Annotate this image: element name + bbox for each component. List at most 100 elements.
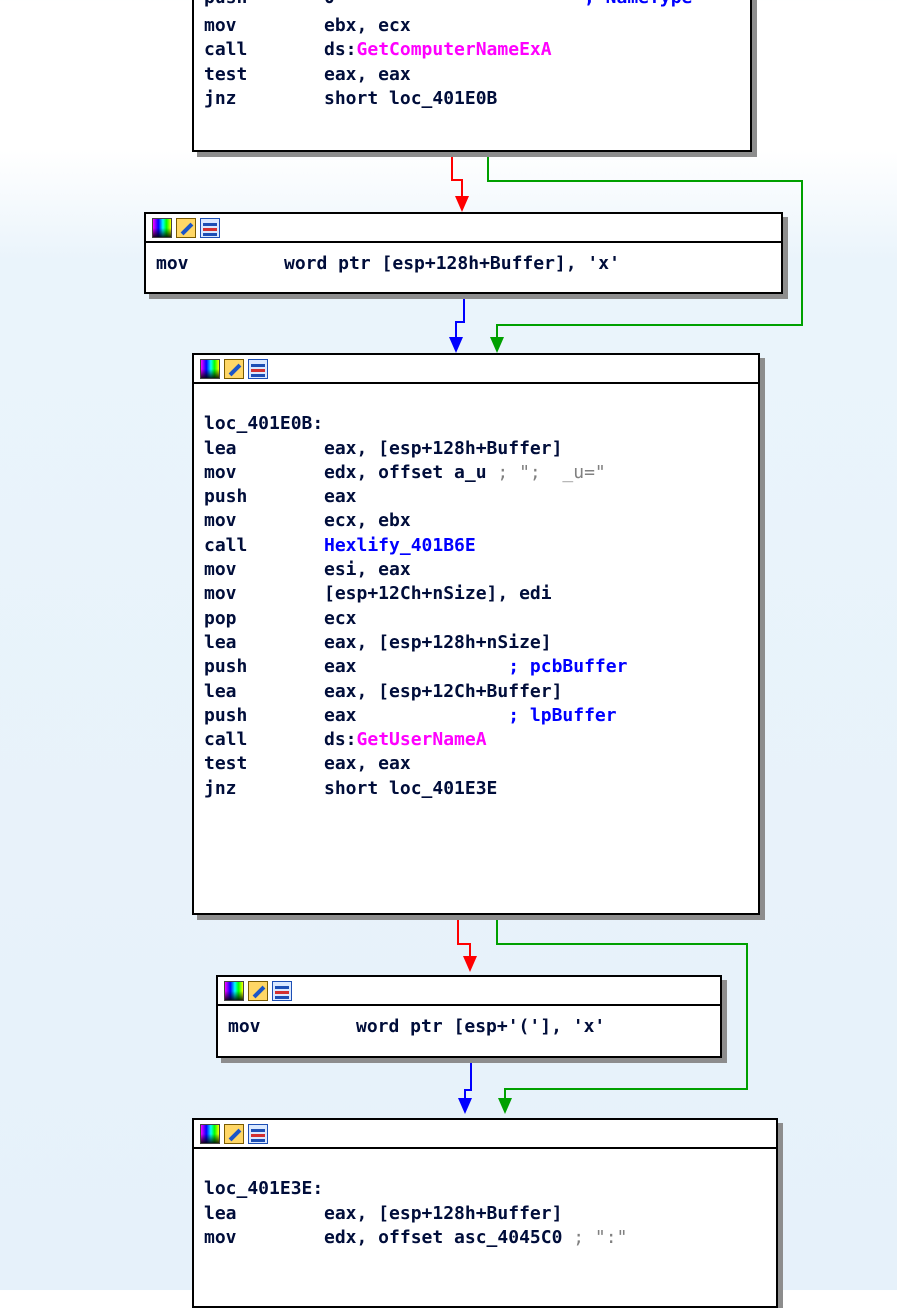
- mnemonic: mov: [204, 583, 237, 605]
- block-header: [194, 355, 758, 384]
- basic-block-5[interactable]: loc_401E3E: lea eax, [esp+128h+Buffer] m…: [192, 1118, 778, 1308]
- asm-line[interactable]: mov esi, eax: [204, 558, 752, 582]
- asm-line[interactable]: jnz short loc_401E0B: [204, 87, 744, 111]
- operand: [esp+12Ch+nSize], edi: [324, 583, 552, 605]
- asm-line[interactable]: push eax ; pcbBuffer: [204, 655, 752, 679]
- asm-line[interactable]: call ds: GetUserNameA: [204, 728, 752, 752]
- arrowhead-green-2: [498, 1098, 512, 1114]
- asm-line[interactable]: mov edx, offset a_u ; "; _u=": [204, 461, 752, 485]
- mnemonic: push: [204, 656, 248, 678]
- mnemonic: jnz: [204, 87, 237, 109]
- graph-view-icon[interactable]: [248, 1123, 268, 1144]
- mnemonic: call: [204, 534, 248, 556]
- mnemonic: test: [204, 753, 248, 775]
- basic-block-2[interactable]: mov word ptr [esp+128h+Buffer], 'x': [144, 212, 783, 294]
- mnemonic: lea: [204, 680, 237, 702]
- operand: word ptr [esp+128h+Buffer], 'x': [284, 253, 620, 274]
- asm-line[interactable]: push 0 ; NameType: [204, 0, 744, 14]
- operand: eax: [324, 656, 357, 678]
- mnemonic: test: [204, 63, 248, 85]
- asm-line[interactable]: lea eax, [esp+128h+nSize]: [204, 631, 752, 655]
- rename-pencil-icon[interactable]: [248, 980, 268, 1001]
- operand: ecx, ebx: [324, 510, 411, 532]
- basic-block-4[interactable]: mov word ptr [esp+'('], 'x': [216, 975, 722, 1058]
- rename-pencil-icon[interactable]: [224, 1123, 244, 1144]
- operand: ebx, ecx: [324, 15, 411, 36]
- graph-view-icon[interactable]: [200, 217, 220, 238]
- asm-line[interactable]: lea eax, [esp+128h+Buffer]: [204, 437, 752, 461]
- arrowhead-green-1: [490, 337, 504, 353]
- comment: ; NameType: [584, 0, 692, 14]
- api-function-name[interactable]: GetUserNameA: [357, 728, 487, 752]
- operand: eax, [esp+12Ch+Buffer]: [324, 680, 563, 702]
- mnemonic: push: [204, 486, 248, 508]
- mnemonic: mov: [228, 1016, 261, 1037]
- color-palette-icon[interactable]: [224, 980, 244, 1001]
- asm-line[interactable]: pop ecx: [204, 607, 752, 631]
- api-function-name[interactable]: GetComputerNameExA: [357, 38, 552, 62]
- asm-line[interactable]: test eax, eax: [204, 63, 744, 87]
- mnemonic: lea: [204, 437, 237, 459]
- mnemonic: mov: [204, 15, 237, 36]
- mnemonic: pop: [204, 607, 237, 629]
- comment: ; "; _u=": [486, 461, 606, 483]
- operand: short loc_401E0B: [324, 87, 498, 109]
- block-header: [146, 214, 781, 243]
- asm-line[interactable]: test eax, eax: [204, 752, 752, 776]
- fallthrough-edge-2: [464, 1060, 472, 1104]
- function-link[interactable]: Hexlify_401B6E: [324, 534, 476, 558]
- color-palette-icon[interactable]: [200, 1123, 220, 1144]
- operand: 0: [324, 0, 584, 14]
- operand: eax: [324, 704, 357, 726]
- graph-view-icon[interactable]: [272, 980, 292, 1001]
- comment: ; ":": [562, 1226, 628, 1248]
- false-edge-1: [451, 151, 463, 203]
- asm-line[interactable]: push eax ; lpBuffer: [204, 704, 752, 728]
- asm-line[interactable]: mov word ptr [esp+'('], 'x': [228, 1015, 714, 1039]
- basic-block-3[interactable]: loc_401E0B: lea eax, [esp+128h+Buffer] m…: [192, 353, 760, 915]
- operand-prefix: ds:: [324, 729, 357, 751]
- location-label: loc_401E3E:: [204, 1178, 324, 1200]
- operand: eax, [esp+128h+nSize]: [324, 631, 552, 653]
- asm-line[interactable]: lea eax, [esp+12Ch+Buffer]: [204, 680, 752, 704]
- operand: eax, eax: [324, 63, 411, 85]
- mnemonic: call: [204, 729, 248, 751]
- asm-line[interactable]: mov word ptr [esp+128h+Buffer], 'x': [156, 252, 775, 276]
- asm-line[interactable]: push eax: [204, 485, 752, 509]
- location-label: loc_401E0B:: [204, 413, 324, 435]
- asm-line[interactable]: mov [esp+12Ch+nSize], edi: [204, 582, 752, 606]
- color-palette-icon[interactable]: [152, 217, 172, 238]
- arrowhead-red-2: [463, 956, 477, 972]
- code-label[interactable]: loc_401E3E:: [204, 1177, 770, 1201]
- mnemonic: call: [204, 39, 248, 61]
- mnemonic: mov: [204, 559, 237, 581]
- mnemonic: mov: [204, 1226, 237, 1248]
- operand: edx, offset a_u: [324, 461, 487, 483]
- asm-line[interactable]: mov edx, offset asc_4045C0 ; ":": [204, 1226, 770, 1250]
- arrowhead-red-1: [455, 196, 469, 212]
- rename-pencil-icon[interactable]: [224, 358, 244, 379]
- arrowhead-blue-1: [449, 337, 463, 353]
- asm-line[interactable]: jnz short loc_401E3E: [204, 777, 752, 801]
- operand: eax, [esp+128h+Buffer]: [324, 1202, 563, 1224]
- operand: esi, eax: [324, 559, 411, 581]
- asm-line[interactable]: mov ecx, ebx: [204, 509, 752, 533]
- arrowhead-blue-2: [458, 1098, 472, 1114]
- graph-view-icon[interactable]: [248, 358, 268, 379]
- asm-line[interactable]: mov ebx, ecx: [204, 14, 744, 38]
- block-header: [194, 1120, 776, 1149]
- asm-line[interactable]: lea eax, [esp+128h+Buffer]: [204, 1202, 770, 1226]
- block-header: [218, 977, 720, 1006]
- asm-line[interactable]: call Hexlify_401B6E: [204, 534, 752, 558]
- operand: eax: [324, 486, 357, 508]
- operand-prefix: ds:: [324, 39, 357, 61]
- operand: short loc_401E3E: [324, 777, 498, 799]
- color-palette-icon[interactable]: [200, 358, 220, 379]
- code-label[interactable]: loc_401E0B:: [204, 412, 752, 436]
- mnemonic: push: [204, 0, 324, 14]
- rename-pencil-icon[interactable]: [176, 217, 196, 238]
- comment: ; lpBuffer: [356, 704, 617, 726]
- operand: eax, [esp+128h+Buffer]: [324, 437, 563, 459]
- basic-block-1[interactable]: push 0 ; NameType mov ebx, ecx call ds:G…: [192, 0, 752, 152]
- asm-line[interactable]: call ds: GetComputerNameExA: [204, 38, 744, 62]
